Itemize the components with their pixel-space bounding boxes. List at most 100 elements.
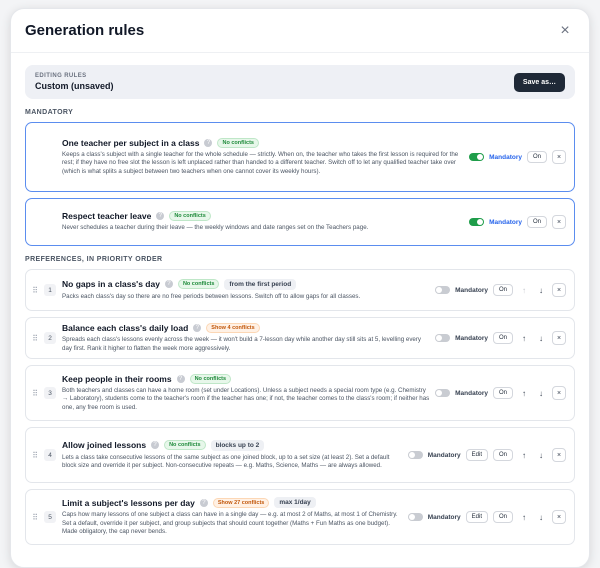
move-down-icon[interactable]: ↓	[535, 283, 547, 297]
conflicts-badge[interactable]: Show 4 conflicts	[206, 323, 260, 334]
mandatory-toggle[interactable]	[435, 334, 451, 342]
move-up-icon[interactable]: ↑	[518, 448, 530, 462]
rule-body: One teacher per subject in a class ? No …	[62, 133, 469, 181]
rule-controls: Mandatory On ↑ ↓ ×	[435, 283, 574, 297]
rule-title: One teacher per subject in a class	[62, 137, 200, 148]
mandatory-toggle[interactable]	[435, 389, 451, 397]
rule-controls: Mandatory On ↑ ↓ ×	[435, 386, 574, 400]
remove-icon[interactable]: ×	[552, 510, 566, 524]
help-icon[interactable]: ?	[193, 324, 202, 333]
remove-icon[interactable]: ×	[552, 448, 566, 462]
conflicts-badge[interactable]: Show 27 conflicts	[212, 497, 270, 508]
rule-controls: Mandatory Edit On ↑ ↓ ×	[407, 448, 574, 462]
editing-rules-info: EDITING RULES Custom (unsaved)	[35, 73, 114, 91]
mandatory-label: Mandatory	[489, 153, 522, 161]
rule-setting-chip[interactable]: blocks up to 2	[210, 439, 265, 451]
editing-rules-bar: EDITING RULES Custom (unsaved) Save as…	[25, 65, 575, 99]
edit-button[interactable]: Edit	[465, 449, 488, 461]
rule-body: Respect teacher leave ? No conflicts Nev…	[62, 206, 469, 237]
rule-body: Allow joined lessons ? No conflicts bloc…	[62, 435, 408, 476]
rule-title: Balance each class's daily load	[62, 323, 189, 334]
dialog-content: EDITING RULES Custom (unsaved) Save as… …	[11, 53, 589, 545]
rule-description: Lets a class take consecutive lessons of…	[62, 453, 390, 469]
move-up-icon[interactable]: ↑	[518, 386, 530, 400]
rule-description: Spreads each class's lessons evenly acro…	[62, 336, 422, 352]
help-icon[interactable]: ?	[156, 212, 165, 221]
help-icon[interactable]: ?	[164, 280, 173, 289]
mandatory-toggle[interactable]	[435, 286, 451, 294]
drag-handle-icon[interactable]: ⠿	[26, 286, 44, 295]
rule-title: Limit a subject's lessons per day	[62, 497, 195, 508]
rule-setting-chip[interactable]: max 1/day	[274, 497, 316, 509]
edit-button[interactable]: Edit	[465, 511, 488, 523]
help-icon[interactable]: ?	[176, 374, 185, 383]
move-down-icon[interactable]: ↓	[535, 331, 547, 345]
ruleset-name: Custom (unsaved)	[35, 81, 114, 91]
help-icon[interactable]: ?	[199, 498, 208, 507]
mandatory-toggle[interactable]	[469, 153, 485, 161]
on-button[interactable]: On	[492, 284, 513, 296]
move-up-icon[interactable]: ↑	[518, 510, 530, 524]
conflicts-badge: No conflicts	[164, 440, 206, 451]
priority-number: 5	[44, 511, 56, 523]
mandatory-rule-one-teacher: One teacher per subject in a class ? No …	[25, 122, 575, 192]
rule-title: Keep people in their rooms	[62, 373, 172, 384]
rule-controls: Mandatory On ×	[469, 215, 574, 229]
conflicts-badge: No conflicts	[177, 279, 220, 290]
remove-icon[interactable]: ×	[552, 386, 566, 400]
preference-rule-rooms: ⠿ 3 Keep people in their rooms ? No conf…	[25, 365, 575, 421]
mandatory-label: Mandatory	[427, 513, 461, 521]
conflicts-badge: No conflicts	[169, 211, 211, 222]
rule-description: Never schedules a teacher during their l…	[62, 224, 369, 232]
priority-number: 4	[44, 449, 56, 461]
on-button[interactable]: On	[492, 449, 513, 461]
preference-rule-balance-load: ⠿ 2 Balance each class's daily load ? Sh…	[25, 317, 575, 359]
help-icon[interactable]: ?	[204, 138, 213, 147]
editing-rules-label: EDITING RULES	[35, 73, 87, 79]
remove-icon[interactable]: ×	[552, 283, 566, 297]
rule-controls: Mandatory On ↑ ↓ ×	[435, 331, 574, 345]
preference-rule-joined-lessons: ⠿ 4 Allow joined lessons ? No conflicts …	[25, 427, 575, 483]
on-button[interactable]: On	[526, 151, 547, 163]
remove-icon[interactable]: ×	[552, 150, 566, 164]
rule-body: Limit a subject's lessons per day ? Show…	[62, 492, 408, 541]
preferences-section-label: PREFERENCES, IN PRIORITY ORDER	[25, 256, 163, 263]
dialog-title: Generation rules	[25, 22, 145, 39]
generation-rules-dialog: Generation rules × EDITING RULES Custom …	[10, 8, 590, 568]
on-button[interactable]: On	[526, 216, 547, 228]
move-up-icon[interactable]: ↑	[518, 331, 530, 345]
move-down-icon[interactable]: ↓	[535, 386, 547, 400]
drag-handle-icon[interactable]: ⠿	[26, 389, 44, 398]
mandatory-rule-teacher-leave: Respect teacher leave ? No conflicts Nev…	[25, 198, 575, 246]
mandatory-toggle[interactable]	[407, 513, 423, 521]
rule-description: Packs each class's day so there are no f…	[62, 292, 361, 300]
rule-body: No gaps in a class's day ? No conflicts …	[62, 274, 435, 306]
dialog-header: Generation rules ×	[11, 9, 589, 53]
on-button[interactable]: On	[492, 511, 513, 523]
close-icon[interactable]: ×	[555, 21, 575, 41]
rule-controls: Mandatory On ×	[469, 150, 574, 164]
on-button[interactable]: On	[492, 387, 513, 399]
drag-handle-icon[interactable]: ⠿	[26, 513, 44, 522]
mandatory-toggle[interactable]	[407, 451, 423, 459]
move-down-icon[interactable]: ↓	[535, 510, 547, 524]
move-down-icon[interactable]: ↓	[535, 448, 547, 462]
remove-icon[interactable]: ×	[552, 331, 566, 345]
remove-icon[interactable]: ×	[552, 215, 566, 229]
drag-handle-icon[interactable]: ⠿	[26, 334, 44, 343]
rule-body: Keep people in their rooms ? No conflict…	[62, 369, 435, 417]
help-icon[interactable]: ?	[151, 441, 160, 450]
move-up-icon[interactable]: ↑	[518, 283, 530, 297]
save-as-button[interactable]: Save as…	[513, 72, 565, 92]
rule-title: Respect teacher leave	[62, 211, 152, 222]
rule-setting-chip[interactable]: from the first period	[224, 278, 297, 290]
rule-controls: Mandatory Edit On ↑ ↓ ×	[407, 510, 574, 524]
preference-rule-no-gaps: ⠿ 1 No gaps in a class's day ? No confli…	[25, 269, 575, 311]
mandatory-toggle[interactable]	[469, 218, 485, 226]
mandatory-label: Mandatory	[455, 334, 488, 342]
preference-rule-subject-limit: ⠿ 5 Limit a subject's lessons per day ? …	[25, 489, 575, 545]
on-button[interactable]: On	[492, 332, 513, 344]
rule-description: Caps how many lessons of one subject a c…	[62, 511, 398, 536]
mandatory-section-label: MANDATORY	[25, 109, 74, 116]
drag-handle-icon[interactable]: ⠿	[26, 451, 44, 460]
